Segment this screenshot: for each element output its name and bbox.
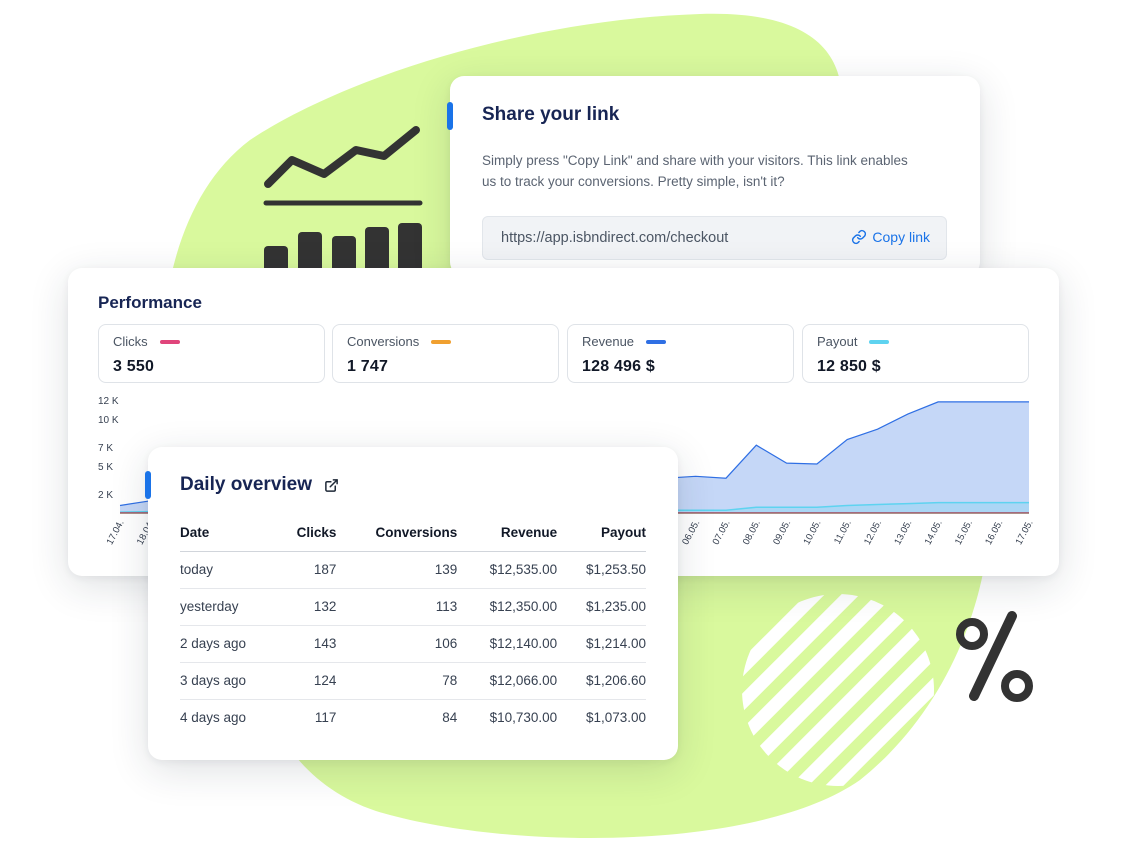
kpi-clicks[interactable]: Clicks 3 550 xyxy=(98,324,325,383)
cell-clicks: 132 xyxy=(277,588,337,626)
column-header-conversions[interactable]: Conversions xyxy=(336,515,458,552)
cell-date: yesterday xyxy=(180,588,278,626)
cell-clicks: 117 xyxy=(314,710,337,726)
kpi-conversions-swatch xyxy=(431,339,452,344)
x-tick-label: 17.04. xyxy=(105,518,127,546)
kpi-payout[interactable]: Payout 12 850 $ xyxy=(802,324,1029,383)
cell-conversions: 106 xyxy=(336,625,458,663)
share-link-card: Share your link Simply press "Copy Link"… xyxy=(447,76,980,276)
cell-revenue: $12,350.00 xyxy=(457,588,558,626)
cell-conversions: 139 xyxy=(336,551,458,589)
kpi-clicks-swatch xyxy=(159,339,180,344)
column-header-payout[interactable]: Payout xyxy=(557,515,646,552)
copy-link-button[interactable]: Copy link xyxy=(851,229,930,245)
x-tick-label: 08.05. xyxy=(741,518,763,546)
daily-overview-table: Date Clicks Conversions Revenue Payout t… xyxy=(180,515,646,736)
column-header-clicks[interactable]: Clicks xyxy=(277,515,337,552)
column-header-date[interactable]: Date xyxy=(180,515,278,552)
cell-date: today xyxy=(180,551,278,589)
x-tick-label: 14.05. xyxy=(923,518,945,546)
cell-clicks: 143 xyxy=(277,625,337,663)
external-link-icon[interactable] xyxy=(324,478,339,493)
kpi-conversions-value: 1 747 xyxy=(347,358,389,375)
cell-conversions: 78 xyxy=(336,662,458,700)
cell-payout: $1,073.00 xyxy=(585,710,646,726)
x-tick-label: 10.05. xyxy=(801,518,823,546)
kpi-revenue[interactable]: Revenue 128 496 $ xyxy=(567,324,794,383)
y-tick-label: 5 K xyxy=(98,462,113,473)
kpi-revenue-swatch xyxy=(646,339,667,344)
cell-payout: $1,214.00 xyxy=(557,625,646,663)
y-tick-label: 12 K xyxy=(98,396,119,407)
kpi-conversions[interactable]: Conversions 1 747 xyxy=(332,324,559,383)
table-header-row: Date Clicks Conversions Revenue Payout xyxy=(180,515,646,552)
share-description: Simply press "Copy Link" and share with … xyxy=(482,153,908,189)
x-tick-label: 13.05. xyxy=(892,518,914,546)
y-tick-label: 2 K xyxy=(98,490,113,501)
x-tick-label: 16.05. xyxy=(983,518,1005,546)
percent-icon xyxy=(956,611,1033,702)
table-row: 3 days ago 124 78 $12,066.00 $1,206.60 xyxy=(180,662,646,700)
y-tick-label: 10 K xyxy=(98,415,119,426)
cell-clicks: 187 xyxy=(277,551,337,589)
cell-payout: $1,206.60 xyxy=(557,662,646,700)
share-link-url[interactable]: https://app.isbndirect.com/checkout xyxy=(501,230,728,246)
cell-revenue: $12,140.00 xyxy=(457,625,558,663)
x-tick-label: 11.05. xyxy=(832,518,854,546)
link-icon xyxy=(852,229,867,245)
cell-date: 3 days ago xyxy=(180,662,278,700)
cell-payout: $1,235.00 xyxy=(557,588,646,626)
share-title: Share your link xyxy=(482,104,620,125)
x-tick-label: 06.05. xyxy=(680,518,702,546)
card-accent-bar xyxy=(145,471,151,499)
kpi-conversions-label: Conversions xyxy=(347,334,420,349)
kpi-payout-swatch xyxy=(869,339,890,344)
table-row: yesterday 132 113 $12,350.00 $1,235.00 xyxy=(180,588,646,626)
daily-overview-card: Daily overview Date Clicks Conversions R… xyxy=(145,447,678,760)
y-tick-label: 7 K xyxy=(98,443,113,454)
cell-revenue: $10,730.00 xyxy=(489,710,558,726)
cell-revenue: $12,535.00 xyxy=(457,551,558,589)
kpi-clicks-label: Clicks xyxy=(113,334,148,349)
column-header-revenue[interactable]: Revenue xyxy=(457,515,558,552)
kpi-payout-value: 12 850 $ xyxy=(817,358,881,375)
kpi-revenue-label: Revenue xyxy=(582,334,635,349)
cell-clicks: 124 xyxy=(277,662,337,700)
cell-date: 2 days ago xyxy=(180,625,278,663)
kpi-revenue-value: 128 496 $ xyxy=(582,358,655,375)
kpi-payout-label: Payout xyxy=(817,334,858,349)
x-tick-label: 12.05. xyxy=(862,518,884,546)
card-accent-bar xyxy=(447,102,453,130)
table-row: 2 days ago 143 106 $12,140.00 $1,214.00 xyxy=(180,625,646,663)
cell-conversions: 113 xyxy=(336,588,458,626)
cell-revenue: $12,066.00 xyxy=(457,662,558,700)
performance-title: Performance xyxy=(98,293,202,312)
x-tick-label: 07.05. xyxy=(711,518,733,546)
cell-payout: $1,253.50 xyxy=(557,551,646,589)
kpi-clicks-value: 3 550 xyxy=(113,358,155,375)
table-row: today 187 139 $12,535.00 $1,253.50 xyxy=(180,551,646,589)
x-tick-label: 09.05. xyxy=(771,518,793,546)
x-tick-label: 15.05. xyxy=(953,518,975,546)
x-tick-label: 17.05. xyxy=(1014,518,1036,546)
cell-conversions: 84 xyxy=(442,710,458,726)
copy-link-label: Copy link xyxy=(872,229,930,245)
share-link-field[interactable]: https://app.isbndirect.com/checkout Copy… xyxy=(482,216,947,260)
daily-overview-title: Daily overview xyxy=(180,474,313,495)
cell-date: 4 days ago xyxy=(180,710,247,726)
table-row: 4 days ago 117 84 $10,730.00 $1,073.00 xyxy=(180,699,646,736)
